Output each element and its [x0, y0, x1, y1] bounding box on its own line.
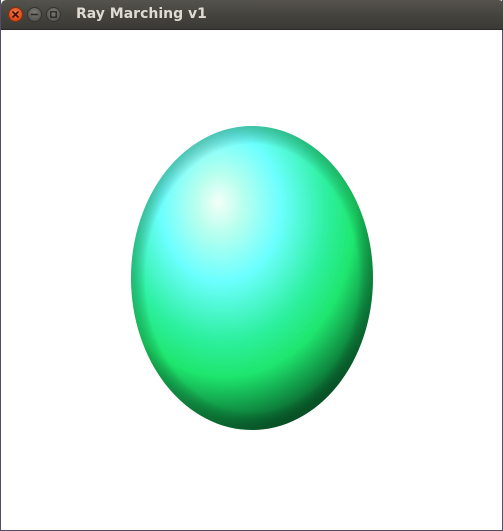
- window-controls: [8, 7, 61, 22]
- minimize-button[interactable]: [27, 7, 42, 22]
- title-bar[interactable]: Ray Marching v1: [1, 0, 503, 30]
- close-button[interactable]: [8, 7, 23, 22]
- render-surface: [131, 126, 373, 430]
- sphere-rim: [131, 126, 373, 430]
- window-title: Ray Marching v1: [76, 6, 207, 22]
- maximize-button[interactable]: [46, 7, 61, 22]
- minimize-icon: [30, 13, 39, 16]
- app-window: Ray Marching v1: [0, 0, 503, 531]
- maximize-icon: [50, 11, 57, 18]
- close-icon: [12, 11, 19, 18]
- render-canvas[interactable]: [2, 30, 502, 530]
